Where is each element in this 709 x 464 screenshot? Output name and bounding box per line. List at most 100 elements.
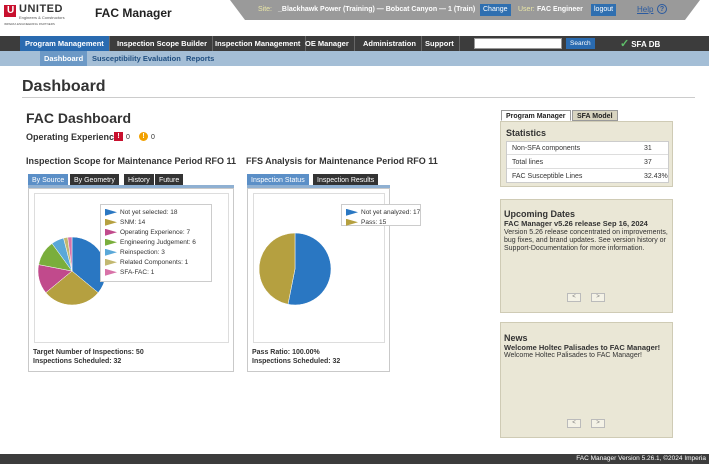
nav-inspection-scope-builder[interactable]: Inspection Scope Builder xyxy=(112,36,214,51)
legend-item: Not yet selected: 18 xyxy=(105,208,177,217)
user-value: FAC Engineer xyxy=(537,6,583,13)
legend-label: Related Components: 1 xyxy=(120,259,189,266)
nav-administration[interactable]: Administration xyxy=(358,36,422,51)
nav-inspection-management[interactable]: Inspection Management xyxy=(210,36,307,51)
scope-chart-panel: Not yet selected: 18 SNM: 14 Operating Exp… xyxy=(28,188,234,372)
site-bar-edge xyxy=(230,0,245,20)
footer-version: FAC Manager Version 5.26.1, ©2024 Imperi… xyxy=(576,455,706,462)
legend-swatch xyxy=(346,208,358,216)
legend-item: Engineering Judgement: 6 xyxy=(105,238,196,247)
help-icon[interactable]: ? xyxy=(657,4,667,14)
sub-nav: Dashboard Susceptibility Evaluation Repo… xyxy=(0,51,709,66)
stat-key: Non-SFA components xyxy=(512,145,581,152)
alert-orange-count: 0 xyxy=(151,134,155,141)
stat-value: 31 xyxy=(644,145,652,152)
stat-value: 37 xyxy=(644,159,652,166)
scope-title: Inspection Scope for Maintenance Period … xyxy=(26,156,237,166)
search-input[interactable] xyxy=(474,38,562,49)
stat-key: FAC Susceptible Lines xyxy=(512,173,583,180)
nav-support[interactable]: Support xyxy=(420,36,460,51)
change-site-button[interactable]: Change xyxy=(480,4,511,16)
alert-orange-icon[interactable]: ! xyxy=(139,132,148,141)
upcoming-dates-title: Upcoming Dates xyxy=(504,209,576,219)
sfa-db-status: ✓ SFA DB xyxy=(620,38,660,51)
ffs-chart-panel: Not yet analyzed: 17 Pass: 15 Pass Ratio:… xyxy=(247,188,421,372)
legend-swatch xyxy=(105,258,117,266)
legend-item: Reinspection: 3 xyxy=(105,248,165,257)
table-row: Total lines 37 xyxy=(507,156,668,169)
legend-label: Operating Experience: 7 xyxy=(120,229,191,236)
legend-label: SFA-FAC: 1 xyxy=(120,269,155,276)
legend-swatch xyxy=(105,248,117,256)
statistics-title: Statistics xyxy=(506,128,547,138)
prev-icon[interactable]: < xyxy=(567,293,581,302)
ffs-legend: Not yet analyzed: 17 Pass: 15 xyxy=(341,204,421,226)
legend-swatch xyxy=(105,218,117,226)
news-body: Welcome Holtec Palisades to FAC Manager! xyxy=(504,352,642,359)
brand-name: UNITED xyxy=(19,3,63,15)
pie-slice[interactable] xyxy=(258,232,296,305)
legend-item: Pass: 15 xyxy=(346,218,386,227)
tab-inspection-status[interactable]: Inspection Status xyxy=(247,174,309,185)
ffs-pie-chart xyxy=(258,232,332,306)
legend-label: SNM: 14 xyxy=(120,219,146,226)
ffs-inspections-scheduled: Inspections Scheduled: 32 xyxy=(252,358,341,365)
help-link[interactable]: Help xyxy=(637,5,653,14)
page-title: Dashboard xyxy=(22,78,106,95)
tab-sfa-model[interactable]: SFA Model xyxy=(572,110,618,121)
legend-label: Engineering Judgement: 6 xyxy=(120,239,196,246)
app-title: FAC Manager xyxy=(95,6,172,20)
next-icon[interactable]: > xyxy=(591,419,605,428)
upcoming-headline: FAC Manager v5.26 release Sep 16, 2024 xyxy=(504,219,648,228)
alert-red-icon[interactable]: ! xyxy=(114,132,123,141)
next-icon[interactable]: > xyxy=(591,293,605,302)
subnav-dashboard[interactable]: Dashboard xyxy=(40,51,88,66)
table-row: Non-SFA components 31 xyxy=(507,142,668,155)
target-inspections: Target Number of Inspections: 50 xyxy=(33,349,144,356)
statistics-table: Non-SFA components 31 Total lines 37 FAC S… xyxy=(506,141,669,183)
tab-future[interactable]: Future xyxy=(155,174,184,185)
pass-ratio: Pass Ratio: 100.00% xyxy=(252,349,320,356)
tab-program-manager[interactable]: Program Manager xyxy=(501,110,571,121)
operating-experience-label: Operating Experience xyxy=(26,132,120,142)
subnav-susceptibility-evaluation[interactable]: Susceptibility Evaluation xyxy=(92,51,181,66)
brand-subtitle: Engineers & Constructors xyxy=(19,15,65,20)
alert-red-count: 0 xyxy=(126,134,130,141)
tab-inspection-results[interactable]: Inspection Results xyxy=(313,174,379,185)
legend-item: SFA-FAC: 1 xyxy=(105,268,154,277)
scope-legend: Not yet selected: 18 SNM: 14 Operating Exp… xyxy=(100,204,212,282)
ffs-title: FFS Analysis for Maintenance Period RFO … xyxy=(246,156,438,166)
scope-chart-area: Not yet selected: 18 SNM: 14 Operating Exp… xyxy=(34,193,229,343)
ffs-chart-area: Not yet analyzed: 17 Pass: 15 xyxy=(253,193,421,343)
legend-label: Not yet analyzed: 17 xyxy=(361,209,421,216)
nav-oe-manager[interactable]: OE Manager xyxy=(300,36,355,51)
upcoming-dates-panel: Upcoming Dates FAC Manager v5.26 release… xyxy=(500,199,673,313)
tab-by-source[interactable]: By Source xyxy=(28,174,69,185)
legend-item: Operating Experience: 7 xyxy=(105,228,190,237)
legend-item: Related Components: 1 xyxy=(105,258,188,267)
user-label: User: xyxy=(518,6,535,13)
news-headline: Welcome Holtec Palisades to FAC Manager! xyxy=(504,343,661,352)
legend-item: Not yet analyzed: 17 xyxy=(346,208,420,217)
tab-by-geometry[interactable]: By Geometry xyxy=(70,174,119,185)
nav-program-management[interactable]: Program Management xyxy=(20,36,110,51)
legend-item: SNM: 14 xyxy=(105,218,145,227)
search-button[interactable]: Search xyxy=(566,38,595,49)
legend-label: Pass: 15 xyxy=(361,219,387,226)
legend-swatch xyxy=(105,208,117,216)
dashboard-title: FAC Dashboard xyxy=(26,110,132,126)
table-row: FAC Susceptible Lines 32.43% xyxy=(507,170,668,183)
site-bar-edge-right xyxy=(685,0,700,20)
inspections-scheduled: Inspections Scheduled: 32 xyxy=(33,358,122,365)
legend-swatch xyxy=(105,268,117,276)
upcoming-body: Version 5.26 release concentrated on imp… xyxy=(504,229,668,252)
main-nav: Program Management Inspection Scope Buil… xyxy=(0,36,709,51)
news-title: News xyxy=(504,333,528,343)
subnav-reports[interactable]: Reports xyxy=(186,51,214,66)
tab-history[interactable]: History xyxy=(124,174,154,185)
stat-key: Total lines xyxy=(512,159,544,166)
logout-button[interactable]: logout xyxy=(591,4,617,16)
news-panel: News Welcome Holtec Palisades to FAC Man… xyxy=(500,322,673,438)
prev-icon[interactable]: < xyxy=(567,419,581,428)
legend-label: Not yet selected: 18 xyxy=(120,209,178,216)
